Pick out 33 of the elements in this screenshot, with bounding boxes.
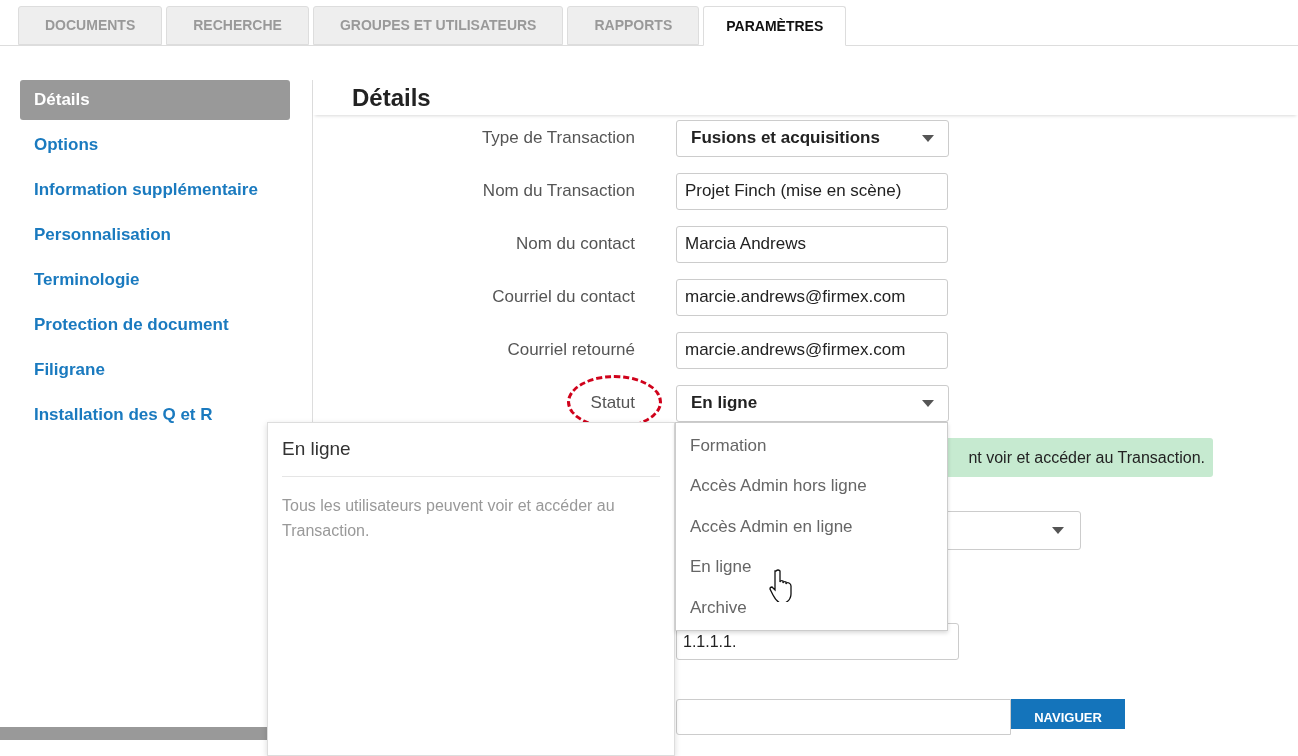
dropdown-option[interactable]: Accès Admin en ligne	[676, 506, 947, 547]
sidebar-item[interactable]: Options	[20, 125, 290, 165]
sidebar-item[interactable]: Personnalisation	[20, 215, 290, 255]
sidebar-item[interactable]: Terminologie	[20, 260, 290, 300]
sidebar-item[interactable]: Installation des Q et R	[20, 395, 290, 435]
text-field[interactable]: Projet Finch (mise en scène)	[676, 172, 948, 210]
dropdown-option[interactable]: En ligne	[676, 546, 947, 587]
file-field[interactable]	[676, 699, 1011, 735]
field-label: Nom du contact	[515, 233, 635, 256]
browse-button[interactable]: NAVIGUER	[1011, 699, 1125, 729]
statut-label: Statut	[590, 392, 635, 415]
field-label: Nom du Transaction	[482, 180, 635, 203]
panel-title: En ligne	[282, 435, 660, 477]
caret-icon	[922, 134, 934, 142]
sidebar-item[interactable]: Protection de document	[20, 305, 290, 345]
field-label: Courriel du contact	[492, 286, 635, 309]
field-label: Courriel retourné	[507, 339, 635, 362]
field-label: Type de Transaction	[481, 127, 635, 150]
text-field[interactable]: marcie.andrews@firmex.com	[676, 278, 948, 316]
sidebar-item[interactable]: Information supplémentaire	[20, 170, 290, 210]
select-field[interactable]: Fusions et acquisitions	[676, 119, 949, 157]
text-field[interactable]: marcie.andrews@firmex.com	[676, 331, 948, 369]
tab[interactable]: PARAMÈTRES	[703, 6, 847, 46]
select-field[interactable]: En ligne	[676, 384, 949, 422]
text-field[interactable]: Marcia Andrews	[676, 225, 948, 263]
sidebar-item[interactable]: Filigrane	[20, 350, 290, 390]
dropdown-option[interactable]: Accès Admin hors ligne	[676, 465, 947, 506]
caret-icon	[922, 399, 934, 407]
message-text: nt voir et accéder au Transaction.	[968, 447, 1205, 468]
page-heading: Détails	[352, 82, 431, 113]
caret-icon	[1052, 527, 1064, 534]
dropdown-option[interactable]: Formation	[676, 425, 947, 466]
panel-description: Tous les utilisateurs peuvent voir et accéder au Transaction.	[282, 495, 616, 541]
